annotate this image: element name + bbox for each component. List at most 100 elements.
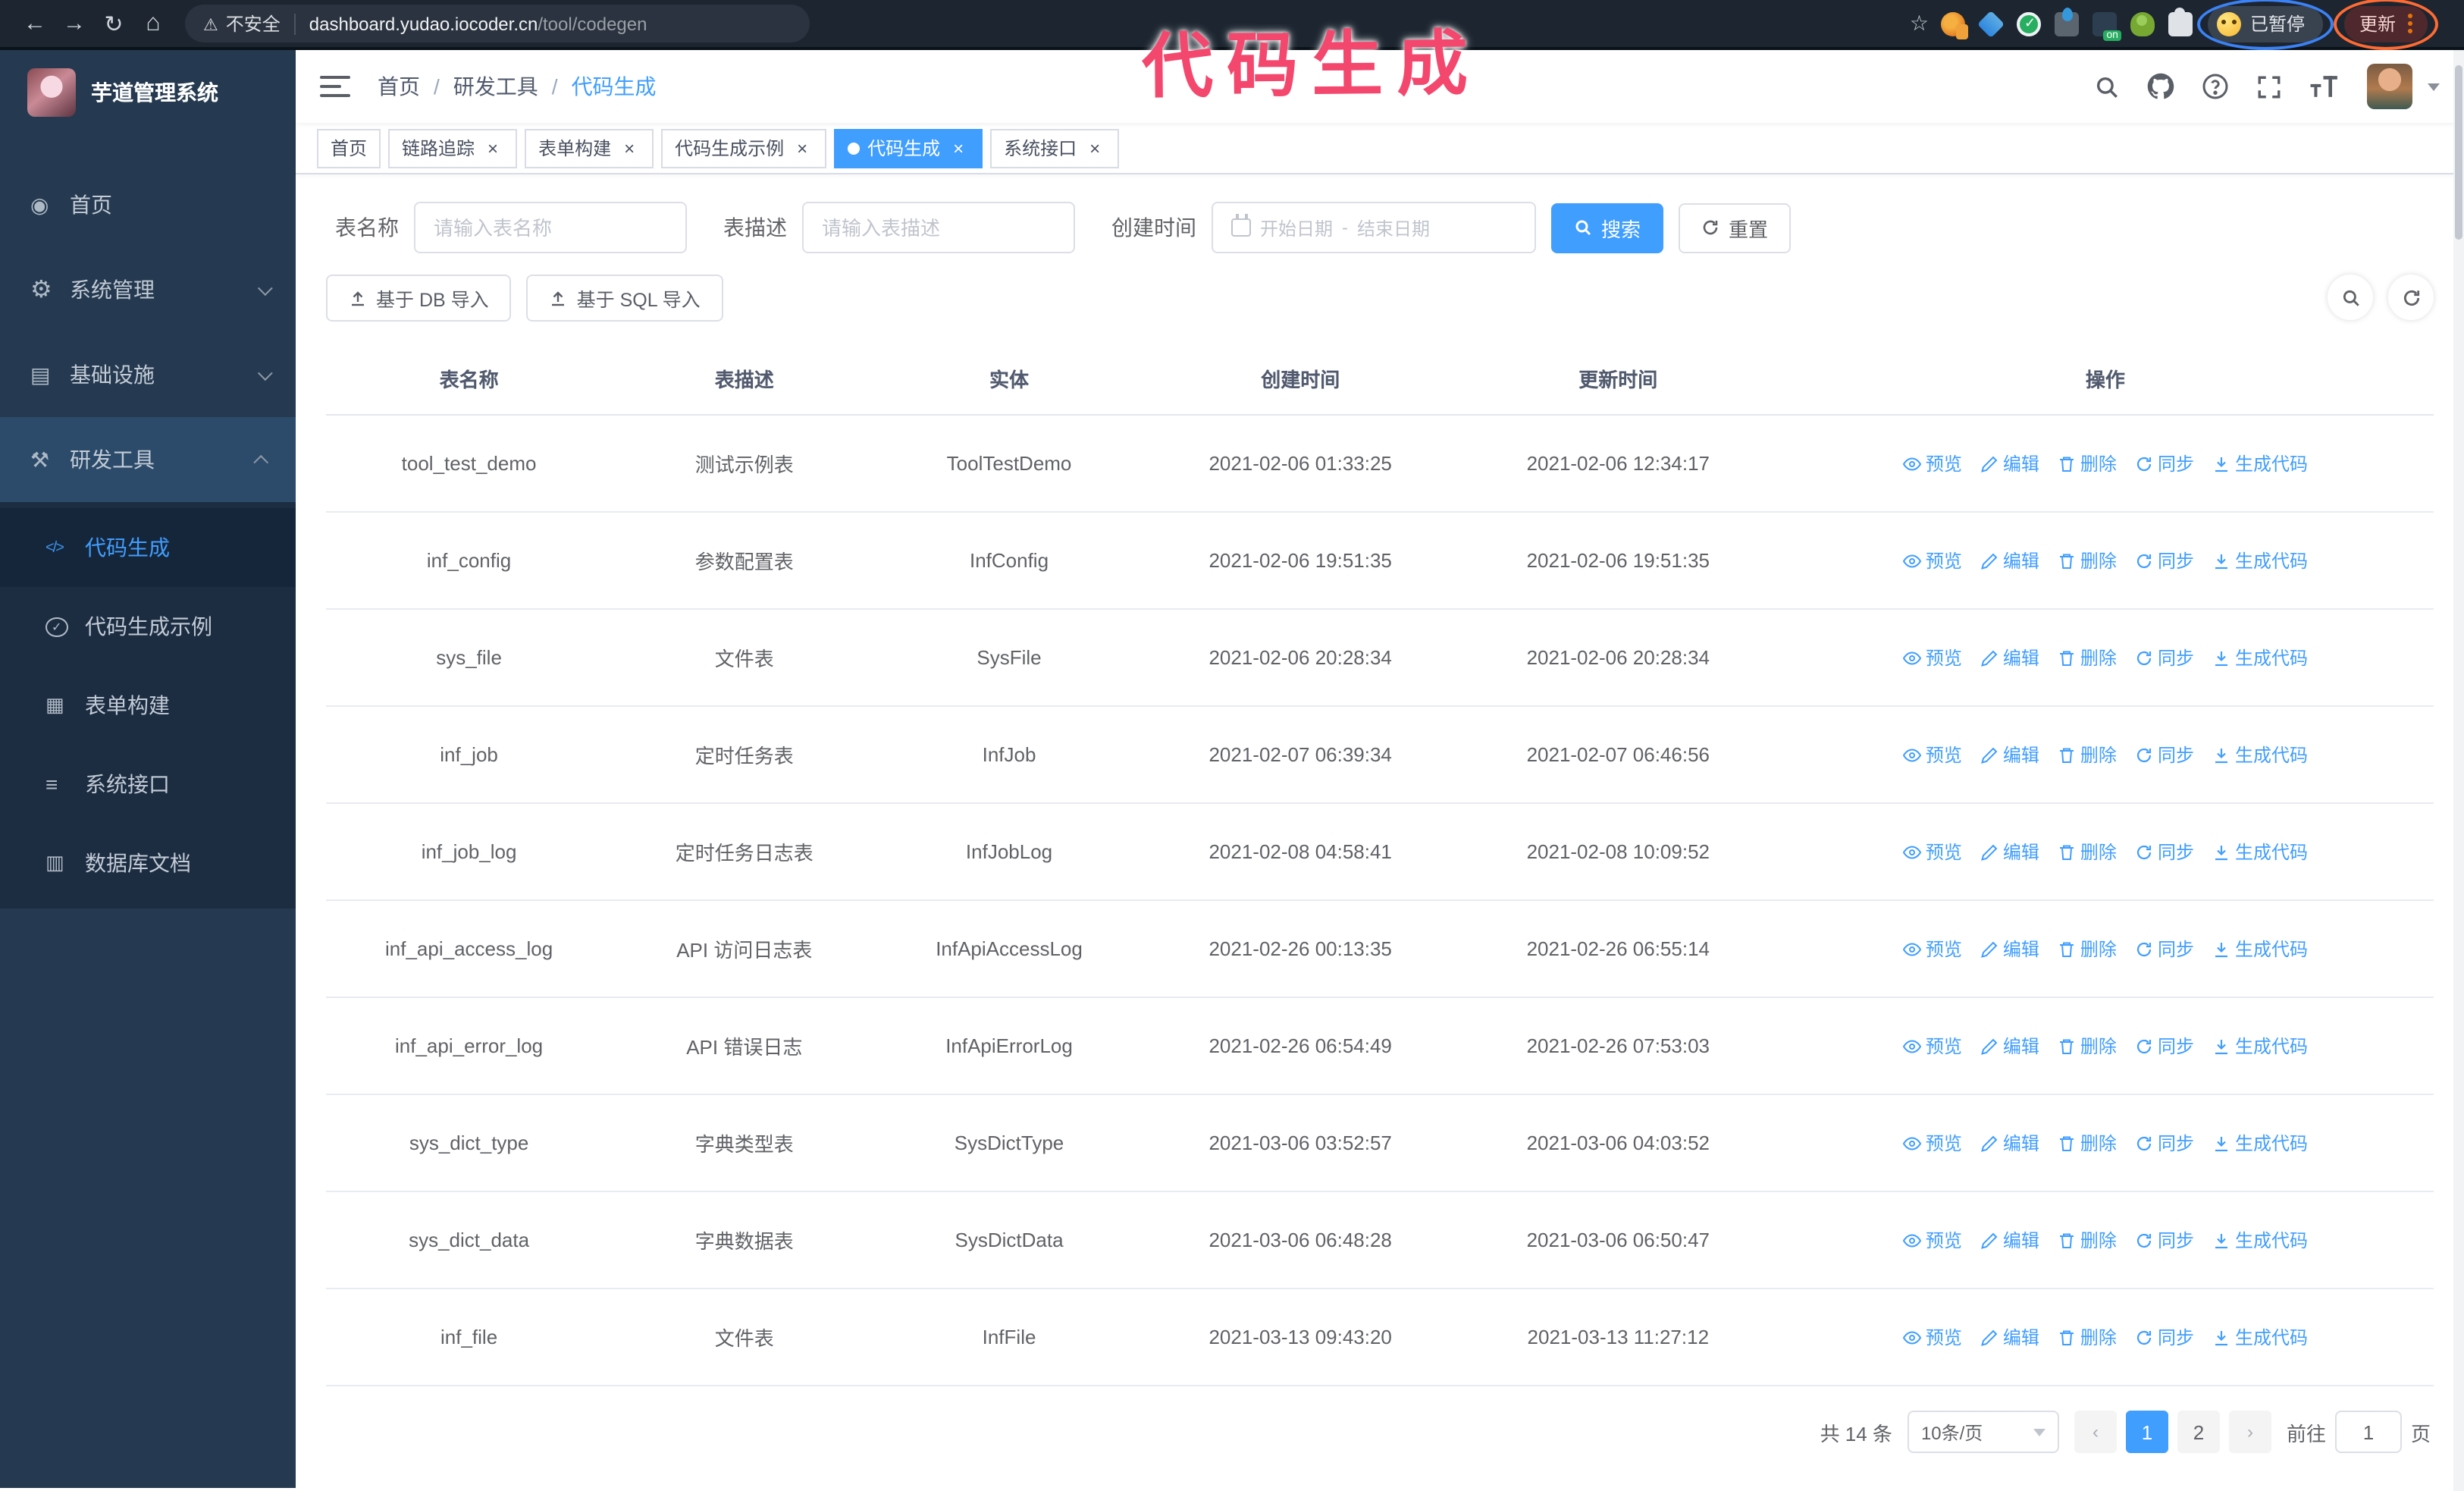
tab-close-icon[interactable] [619,137,640,159]
preview-link[interactable]: 预览 [1902,548,1962,573]
prev-page-button[interactable] [2074,1411,2117,1453]
sync-link[interactable]: 同步 [2135,548,2194,573]
generate-code-link[interactable]: 生成代码 [2212,936,2308,962]
tab-close-icon[interactable] [792,137,813,159]
extension-icon-person[interactable] [2130,11,2155,36]
profile-paused-chip[interactable]: 已暂停 [2207,5,2323,42]
sync-link[interactable]: 同步 [2135,450,2194,476]
sidebar-item[interactable]: 研发工具 [0,417,296,502]
browser-home-icon[interactable] [133,4,173,43]
browser-reload-icon[interactable] [94,4,133,43]
edit-link[interactable]: 编辑 [1980,936,2039,962]
tab-close-icon[interactable] [1084,137,1105,159]
preview-link[interactable]: 预览 [1902,645,1962,670]
sync-link[interactable]: 同步 [2135,1227,2194,1253]
generate-code-link[interactable]: 生成代码 [2212,1130,2308,1156]
delete-link[interactable]: 删除 [2058,450,2117,476]
preview-link[interactable]: 预览 [1902,936,1962,962]
delete-link[interactable]: 删除 [2058,548,2117,573]
page-size-select[interactable]: 10条/页 [1907,1411,2059,1453]
table-desc-input[interactable] [822,216,1055,239]
table-name-input[interactable] [434,216,667,239]
font-size-icon[interactable] [2309,74,2340,99]
tab[interactable]: 系统接口 [990,128,1120,168]
extension-icon-orange[interactable] [1940,11,1968,39]
preview-link[interactable]: 预览 [1902,742,1962,767]
extension-icon-green-check[interactable] [2016,11,2041,36]
tab-close-icon[interactable] [482,137,503,159]
scrollbar-thumb[interactable] [2455,65,2462,240]
sync-link[interactable]: 同步 [2135,936,2194,962]
tab[interactable]: 链路追踪 [388,128,518,168]
generate-code-link[interactable]: 生成代码 [2212,839,2308,865]
extension-icon-gem[interactable] [1977,9,2005,38]
preview-link[interactable]: 预览 [1902,1324,1962,1350]
delete-link[interactable]: 删除 [2058,1324,2117,1350]
preview-link[interactable]: 预览 [1902,1033,1962,1059]
generate-code-link[interactable]: 生成代码 [2212,742,2308,767]
preview-link[interactable]: 预览 [1902,450,1962,476]
page-number-button[interactable]: 1 [2125,1411,2168,1453]
bookmark-star-icon[interactable] [1910,11,1929,36]
edit-link[interactable]: 编辑 [1980,1227,2039,1253]
help-icon[interactable] [2202,73,2229,100]
sidebar-subitem[interactable]: 系统接口 [0,745,296,824]
sidebar-item[interactable]: 系统管理 [0,247,296,332]
sidebar-subitem[interactable]: 代码生成 [0,508,296,587]
security-label[interactable]: 不安全 [226,11,281,36]
edit-link[interactable]: 编辑 [1980,450,2039,476]
end-date-placeholder[interactable]: 结束日期 [1357,215,1430,240]
sync-link[interactable]: 同步 [2135,742,2194,767]
goto-page-input[interactable] [2334,1411,2402,1453]
tab[interactable]: 代码生成示例 [661,128,827,168]
page-scrollbar[interactable] [2453,50,2464,1491]
generate-code-link[interactable]: 生成代码 [2212,1227,2308,1253]
preview-link[interactable]: 预览 [1902,1227,1962,1253]
start-date-placeholder[interactable]: 开始日期 [1260,215,1333,240]
hamburger-icon[interactable] [320,76,350,97]
browser-forward-icon[interactable] [55,4,94,43]
github-icon[interactable] [2147,73,2174,100]
extension-icon-grid[interactable] [2054,7,2079,36]
edit-link[interactable]: 编辑 [1980,1130,2039,1156]
sync-link[interactable]: 同步 [2135,645,2194,670]
generate-code-link[interactable]: 生成代码 [2212,450,2308,476]
edit-link[interactable]: 编辑 [1980,645,2039,670]
edit-link[interactable]: 编辑 [1980,742,2039,767]
delete-link[interactable]: 删除 [2058,839,2117,865]
delete-link[interactable]: 删除 [2058,936,2117,962]
next-page-button[interactable] [2228,1411,2271,1453]
user-avatar[interactable] [2367,64,2412,109]
page-number-button[interactable]: 2 [2177,1411,2220,1453]
generate-code-link[interactable]: 生成代码 [2212,548,2308,573]
preview-link[interactable]: 预览 [1902,839,1962,865]
tab[interactable]: 表单构建 [525,128,654,168]
sync-link[interactable]: 同步 [2135,1324,2194,1350]
import-sql-button[interactable]: 基于 SQL 导入 [526,275,723,322]
search-button[interactable]: 搜索 [1551,202,1664,253]
delete-link[interactable]: 删除 [2058,1227,2117,1253]
browser-menu-kebab-icon[interactable] [2408,14,2412,33]
breadcrumb-home[interactable]: 首页 [378,71,420,102]
tab[interactable]: 首页 [317,128,381,168]
sidebar-item[interactable]: 基础设施 [0,332,296,417]
address-bar[interactable]: 不安全 dashboard.yudao.iocoder.cn/tool/code… [185,5,810,42]
date-range-picker[interactable]: 开始日期 - 结束日期 [1212,202,1536,253]
edit-link[interactable]: 编辑 [1980,839,2039,865]
delete-link[interactable]: 删除 [2058,742,2117,767]
delete-link[interactable]: 删除 [2058,645,2117,670]
search-icon[interactable] [2094,74,2120,99]
reset-button[interactable]: 重置 [1679,202,1792,253]
edit-link[interactable]: 编辑 [1980,1324,2039,1350]
sidebar-item[interactable]: 首页 [0,162,296,247]
generate-code-link[interactable]: 生成代码 [2212,645,2308,670]
toggle-search-icon[interactable] [2328,275,2373,320]
sidebar-subitem[interactable]: 表单构建 [0,666,296,745]
delete-link[interactable]: 删除 [2058,1033,2117,1059]
sidebar-subitem[interactable]: 数据库文档 [0,824,296,902]
sync-link[interactable]: 同步 [2135,1033,2194,1059]
tab-close-icon[interactable] [948,137,969,159]
sidebar-subitem[interactable]: 代码生成示例 [0,587,296,666]
avatar-caret-icon[interactable] [2428,83,2440,90]
generate-code-link[interactable]: 生成代码 [2212,1324,2308,1350]
